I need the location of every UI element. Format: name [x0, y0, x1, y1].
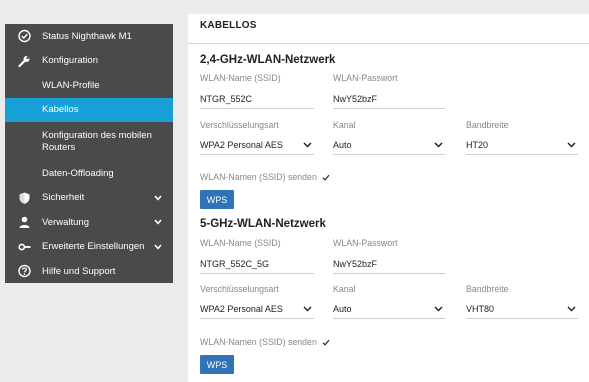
sidebar-item-label: Konfiguration: [42, 55, 98, 67]
bandwidth-select-5ghz[interactable]: VHT80: [466, 299, 578, 319]
chevron-down-icon: [303, 141, 312, 148]
checkmark-icon: [322, 339, 330, 346]
person-icon: [18, 216, 31, 229]
sidebar-item-kabellos[interactable]: Kabellos: [5, 97, 173, 122]
chevron-down-icon: [567, 305, 576, 312]
sidebar: Status Nighthawk M1 Konfiguration WLAN-P…: [5, 24, 173, 283]
sidebar-item-erweiterte-einstellungen[interactable]: Erweiterte Einstellungen: [5, 235, 173, 260]
broadcast-ssid-label: WLAN-Namen (SSID) senden: [200, 337, 317, 347]
channel-label: Kanal: [333, 120, 356, 130]
channel-label: Kanal: [333, 284, 356, 294]
wrench-icon: [18, 54, 31, 67]
password-input-5ghz[interactable]: NwY52bzF: [333, 254, 445, 274]
page-title: KABELLOS: [200, 20, 257, 31]
ssid-input-24ghz[interactable]: NTGR_552C: [200, 89, 314, 109]
chevron-down-icon: [154, 195, 162, 201]
ssid-value: NTGR_552C_5G: [200, 258, 270, 269]
password-label: WLAN-Passwort: [333, 238, 398, 248]
sidebar-item-label: Konfiguration des mobilen Routers: [42, 129, 152, 153]
help-icon: [18, 265, 31, 278]
broadcast-ssid-checkbox-5ghz[interactable]: WLAN-Namen (SSID) senden: [200, 337, 330, 347]
ssid-input-5ghz[interactable]: NTGR_552C_5G: [200, 254, 314, 274]
wps-button-5ghz[interactable]: WPS: [200, 355, 234, 374]
chevron-down-icon: [434, 305, 443, 312]
bandwidth-select-24ghz[interactable]: HT20: [466, 135, 578, 155]
password-value: NwY52bzF: [333, 93, 378, 104]
bandwidth-label: Bandbreite: [466, 284, 509, 294]
sidebar-item-sicherheit[interactable]: Sicherheit: [5, 186, 173, 211]
title-divider: [188, 43, 589, 44]
bandwidth-value: HT20: [466, 139, 489, 150]
ssid-value: NTGR_552C: [200, 93, 253, 104]
bandwidth-label: Bandbreite: [466, 120, 509, 130]
sidebar-item-label: WLAN-Profile: [42, 79, 100, 91]
encryption-label: Verschlüsselungsart: [200, 120, 279, 130]
encryption-select-5ghz[interactable]: WPA2 Personal AES: [200, 299, 314, 319]
chevron-down-icon: [303, 305, 312, 312]
sidebar-item-label: Hilfe und Support: [42, 265, 116, 277]
encryption-select-24ghz[interactable]: WPA2 Personal AES: [200, 135, 314, 155]
channel-select-24ghz[interactable]: Auto: [333, 135, 445, 155]
ssid-label: WLAN-Name (SSID): [200, 73, 281, 83]
bandwidth-value: VHT80: [466, 303, 495, 314]
chevron-down-icon: [434, 141, 443, 148]
checkmark-icon: [322, 174, 330, 181]
password-input-24ghz[interactable]: NwY52bzF: [333, 89, 445, 109]
sidebar-item-status[interactable]: Status Nighthawk M1: [5, 24, 173, 49]
sidebar-item-daten-offloading[interactable]: Daten-Offloading: [5, 161, 173, 186]
chevron-down-icon: [154, 244, 162, 250]
encryption-value: WPA2 Personal AES: [200, 303, 283, 314]
channel-select-5ghz[interactable]: Auto: [333, 299, 445, 319]
sidebar-item-label: Kabellos: [42, 104, 79, 116]
broadcast-ssid-label: WLAN-Namen (SSID) senden: [200, 172, 317, 182]
sidebar-item-label: Status Nighthawk M1: [42, 30, 132, 42]
sidebar-item-verwaltung[interactable]: Verwaltung: [5, 210, 173, 235]
sidebar-item-label: Verwaltung: [42, 216, 90, 228]
password-value: NwY52bzF: [333, 258, 378, 269]
main-panel: KABELLOS 2,4-GHz-WLAN-Netzwerk WLAN-Name…: [188, 14, 589, 382]
key-icon: [18, 240, 31, 253]
ssid-label: WLAN-Name (SSID): [200, 238, 281, 248]
encryption-value: WPA2 Personal AES: [200, 139, 283, 150]
chevron-down-icon: [154, 219, 162, 225]
channel-value: Auto: [333, 303, 352, 314]
sidebar-item-label: Sicherheit: [42, 192, 85, 204]
sidebar-item-mobile-router[interactable]: Konfiguration des mobilen Routers: [5, 122, 173, 161]
sidebar-item-konfiguration[interactable]: Konfiguration: [5, 49, 173, 74]
wps-button-24ghz[interactable]: WPS: [200, 190, 234, 209]
encryption-label: Verschlüsselungsart: [200, 284, 279, 294]
sidebar-item-hilfe[interactable]: Hilfe und Support: [5, 259, 173, 284]
channel-value: Auto: [333, 139, 352, 150]
sidebar-item-wlan-profile[interactable]: WLAN-Profile: [5, 73, 173, 98]
password-label: WLAN-Passwort: [333, 73, 398, 83]
sidebar-item-label: Daten-Offloading: [42, 167, 114, 179]
section-title-24ghz: 2,4-GHz-WLAN-Netzwerk: [200, 54, 336, 66]
check-circle-icon: [18, 30, 31, 43]
broadcast-ssid-checkbox-24ghz[interactable]: WLAN-Namen (SSID) senden: [200, 172, 330, 182]
sidebar-item-label: Erweiterte Einstellungen: [42, 241, 145, 253]
chevron-down-icon: [567, 141, 576, 148]
section-title-5ghz: 5-GHz-WLAN-Netzwerk: [200, 218, 326, 230]
shield-icon: [18, 191, 31, 204]
